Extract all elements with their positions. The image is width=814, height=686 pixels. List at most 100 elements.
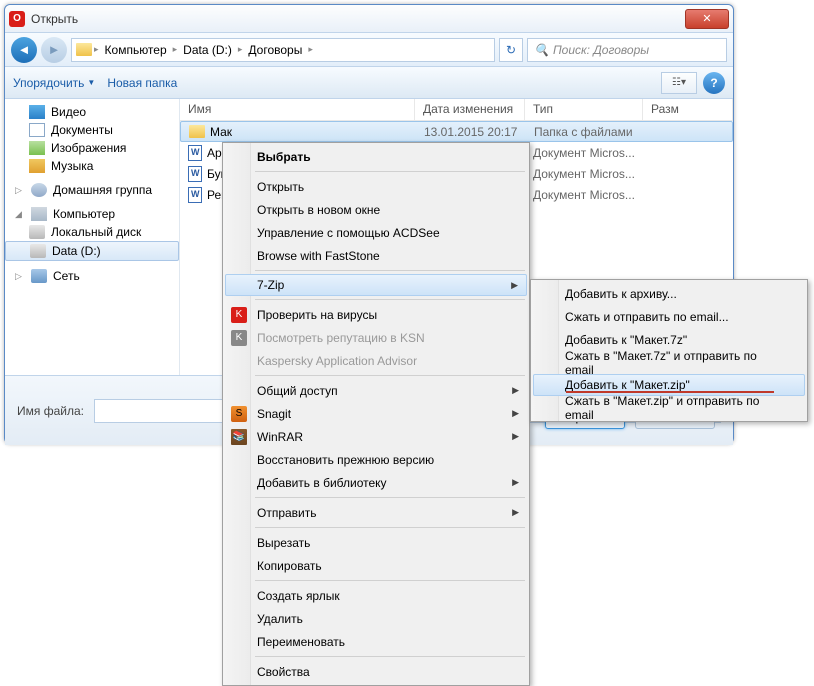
sidebar-item-music[interactable]: Музыка xyxy=(5,157,179,175)
document-icon xyxy=(29,123,45,137)
word-doc-icon xyxy=(188,145,202,161)
snagit-icon: S xyxy=(231,406,247,422)
search-input[interactable]: 🔍 Поиск: Договоры xyxy=(527,38,727,62)
breadcrumb-item[interactable]: Компьютер xyxy=(101,43,171,57)
search-icon: 🔍 xyxy=(534,43,549,57)
view-options-button[interactable]: ☷▾ xyxy=(661,72,697,94)
sidebar-item-local-disk[interactable]: Локальный диск xyxy=(5,223,179,241)
menu-item[interactable]: Kaspersky Application Advisor xyxy=(225,349,527,372)
window-title: Открыть xyxy=(31,12,685,26)
submenu-arrow-icon: ▶ xyxy=(512,408,519,419)
chevron-right-icon: ▸ xyxy=(173,44,178,55)
column-date[interactable]: Дата изменения xyxy=(415,99,525,120)
menu-separator xyxy=(255,527,525,528)
submenu-item[interactable]: Добавить к архиву... xyxy=(533,282,805,305)
kaspersky-icon: K xyxy=(231,307,247,323)
forward-button[interactable]: ► xyxy=(41,37,67,63)
navbar: ◄ ► ▸ Компьютер ▸ Data (D:) ▸ Договоры ▸… xyxy=(5,33,733,67)
submenu-arrow-icon: ▶ xyxy=(512,477,519,488)
menu-item[interactable]: 7-Zip▶ xyxy=(225,274,527,296)
folder-icon xyxy=(76,43,92,56)
sidebar-item-video[interactable]: Видео xyxy=(5,103,179,121)
word-doc-icon xyxy=(188,187,202,203)
menu-item[interactable]: Общий доступ▶ xyxy=(225,379,527,402)
collapse-icon[interactable]: ◢ xyxy=(15,209,25,220)
breadcrumb-item[interactable]: Data (D:) xyxy=(179,43,236,57)
menu-item[interactable]: KПроверить на вирусы xyxy=(225,303,527,326)
folder-icon xyxy=(189,125,205,138)
refresh-button[interactable]: ↻ xyxy=(499,38,523,62)
menu-separator xyxy=(255,580,525,581)
menu-item[interactable]: Выбрать xyxy=(225,145,527,168)
context-submenu-7zip: Добавить к архиву...Сжать и отправить по… xyxy=(530,279,808,422)
search-placeholder: Поиск: Договоры xyxy=(553,43,649,57)
breadcrumb-item[interactable]: Договоры xyxy=(244,43,306,57)
menu-item[interactable]: Копировать xyxy=(225,554,527,577)
sidebar-item-documents[interactable]: Документы xyxy=(5,121,179,139)
column-name[interactable]: Имя xyxy=(180,99,415,120)
menu-separator xyxy=(255,171,525,172)
chevron-right-icon: ▸ xyxy=(308,44,313,55)
expand-icon[interactable]: ▷ xyxy=(15,271,25,282)
menu-item[interactable]: Восстановить прежнюю версию xyxy=(225,448,527,471)
menu-item[interactable]: 📚WinRAR▶ xyxy=(225,425,527,448)
organize-button[interactable]: Упорядочить ▼ xyxy=(13,76,95,90)
submenu-item[interactable]: Сжать в "Макет.7z" и отправить по email xyxy=(533,351,805,374)
submenu-arrow-icon: ▶ xyxy=(512,385,519,396)
sidebar-item-computer[interactable]: ◢Компьютер xyxy=(5,205,179,223)
sidebar: Видео Документы Изображения Музыка ▷Дома… xyxy=(5,99,180,375)
submenu-arrow-icon: ▶ xyxy=(512,507,519,518)
toolbar: Упорядочить ▼ Новая папка ☷▾ ? xyxy=(5,67,733,99)
menu-item[interactable]: Создать ярлык xyxy=(225,584,527,607)
ksn-icon: K xyxy=(231,330,247,346)
menu-item[interactable]: Управление с помощью ACDSee xyxy=(225,221,527,244)
menu-separator xyxy=(255,497,525,498)
menu-item[interactable]: Открыть в новом окне xyxy=(225,198,527,221)
disk-icon xyxy=(30,244,46,258)
submenu-arrow-icon: ▶ xyxy=(512,431,519,442)
sidebar-item-network[interactable]: ▷Сеть xyxy=(5,267,179,285)
menu-item[interactable]: Добавить в библиотеку▶ xyxy=(225,471,527,494)
submenu-arrow-icon: ▶ xyxy=(511,280,518,291)
menu-item[interactable]: SSnagit▶ xyxy=(225,402,527,425)
menu-separator xyxy=(255,270,525,271)
close-button[interactable]: ✕ xyxy=(685,9,729,29)
column-type[interactable]: Тип xyxy=(525,99,643,120)
menu-item[interactable]: Отправить▶ xyxy=(225,501,527,524)
chevron-down-icon: ▼ xyxy=(87,78,95,87)
menu-item[interactable]: KПосмотреть репутацию в KSN xyxy=(225,326,527,349)
homegroup-icon xyxy=(31,183,47,197)
new-folder-button[interactable]: Новая папка xyxy=(107,76,177,90)
sidebar-item-images[interactable]: Изображения xyxy=(5,139,179,157)
menu-item[interactable]: Переименовать xyxy=(225,630,527,653)
context-menu: Выбрать ОткрытьОткрыть в новом окнеУправл… xyxy=(222,142,530,686)
submenu-item[interactable]: Сжать и отправить по email... xyxy=(533,305,805,328)
menu-item[interactable]: Browse with FastStone xyxy=(225,244,527,267)
sidebar-item-homegroup[interactable]: ▷Домашняя группа xyxy=(5,181,179,199)
chevron-right-icon: ▸ xyxy=(238,44,243,55)
menu-item[interactable]: Открыть xyxy=(225,175,527,198)
expand-icon[interactable]: ▷ xyxy=(15,185,25,196)
network-icon xyxy=(31,269,47,283)
menu-item[interactable]: Свойства xyxy=(225,660,527,683)
file-row[interactable]: Мак13.01.2015 20:17Папка с файлами xyxy=(180,121,733,142)
disk-icon xyxy=(29,225,45,239)
chevron-right-icon: ▸ xyxy=(94,44,99,55)
sidebar-item-data-disk[interactable]: Data (D:) xyxy=(5,241,179,261)
word-doc-icon xyxy=(188,166,202,182)
column-size[interactable]: Разм xyxy=(643,99,733,120)
image-icon xyxy=(29,141,45,155)
menu-separator xyxy=(255,299,525,300)
app-icon: O xyxy=(9,11,25,27)
titlebar: O Открыть ✕ xyxy=(5,5,733,33)
help-button[interactable]: ? xyxy=(703,72,725,94)
back-button[interactable]: ◄ xyxy=(11,37,37,63)
column-headers: Имя Дата изменения Тип Разм xyxy=(180,99,733,121)
breadcrumb[interactable]: ▸ Компьютер ▸ Data (D:) ▸ Договоры ▸ xyxy=(71,38,495,62)
menu-item[interactable]: Вырезать xyxy=(225,531,527,554)
submenu-item[interactable]: Сжать в "Макет.zip" и отправить по email xyxy=(533,396,805,419)
menu-item[interactable]: Удалить xyxy=(225,607,527,630)
winrar-icon: 📚 xyxy=(231,429,247,445)
filename-label: Имя файла: xyxy=(17,404,84,418)
computer-icon xyxy=(31,207,47,221)
